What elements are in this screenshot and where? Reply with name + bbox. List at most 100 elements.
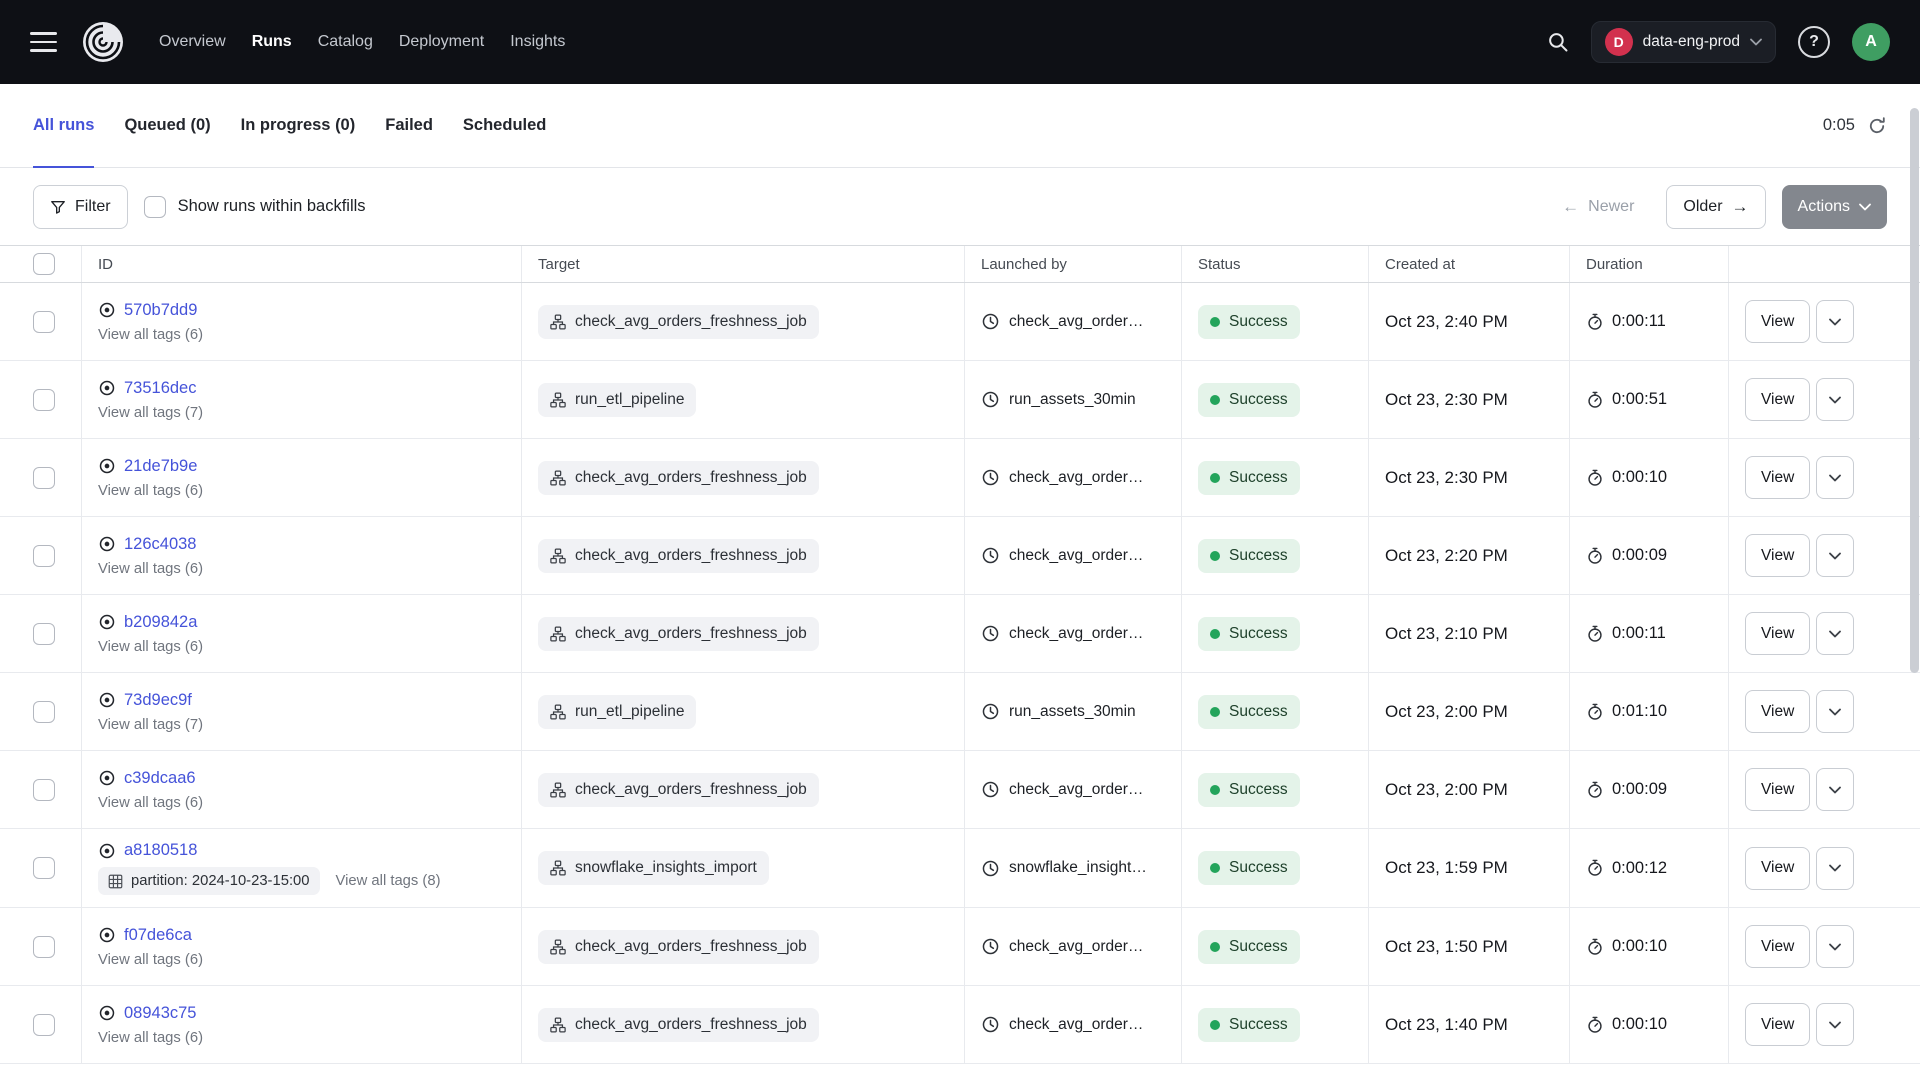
select-all-checkbox[interactable]: [33, 253, 55, 275]
view-all-tags-link[interactable]: View all tags (6): [98, 639, 203, 655]
run-id-link[interactable]: 73516dec: [124, 379, 197, 398]
row-checkbox[interactable]: [33, 545, 55, 567]
tab[interactable]: All runs: [33, 84, 94, 167]
clock-icon: [981, 780, 1000, 799]
view-all-tags-link[interactable]: View all tags (6): [98, 952, 203, 968]
view-dropdown-button[interactable]: [1816, 378, 1854, 421]
run-id-link[interactable]: c39dcaa6: [124, 769, 196, 788]
target-chip[interactable]: check_avg_orders_freshness_job: [538, 1008, 819, 1042]
backfills-checkbox[interactable]: [144, 196, 166, 218]
launched-by-tag[interactable]: check_avg_order…: [981, 546, 1143, 565]
filter-button[interactable]: Filter: [33, 185, 128, 229]
run-id-link[interactable]: 570b7dd9: [124, 301, 197, 320]
row-checkbox[interactable]: [33, 623, 55, 645]
target-chip[interactable]: check_avg_orders_freshness_job: [538, 461, 819, 495]
view-all-tags-link[interactable]: View all tags (6): [98, 483, 203, 499]
row-checkbox[interactable]: [33, 311, 55, 333]
view-button[interactable]: View: [1745, 1003, 1810, 1046]
target-chip[interactable]: check_avg_orders_freshness_job: [538, 539, 819, 573]
refresh-icon[interactable]: [1867, 116, 1887, 136]
target-chip[interactable]: check_avg_orders_freshness_job: [538, 617, 819, 651]
view-button[interactable]: View: [1745, 768, 1810, 811]
view-button[interactable]: View: [1745, 534, 1810, 577]
target-chip[interactable]: check_avg_orders_freshness_job: [538, 305, 819, 339]
view-all-tags-link[interactable]: View all tags (6): [98, 1030, 203, 1046]
run-id-link[interactable]: f07de6ca: [124, 926, 192, 945]
view-button[interactable]: View: [1745, 690, 1810, 733]
run-status-icon: [98, 926, 116, 944]
view-button[interactable]: View: [1745, 456, 1810, 499]
run-id-link[interactable]: 08943c75: [124, 1004, 197, 1023]
run-id-link[interactable]: b209842a: [124, 613, 197, 632]
view-button[interactable]: View: [1745, 925, 1810, 968]
user-avatar[interactable]: A: [1852, 23, 1890, 61]
status-badge: Success: [1198, 930, 1300, 964]
launched-by-tag[interactable]: check_avg_order…: [981, 1015, 1143, 1034]
launched-by-tag[interactable]: check_avg_order…: [981, 624, 1143, 643]
view-all-tags-link[interactable]: View all tags (6): [98, 327, 203, 343]
nav-item[interactable]: Runs: [252, 33, 292, 51]
view-dropdown-button[interactable]: [1816, 847, 1854, 890]
row-checkbox[interactable]: [33, 779, 55, 801]
row-checkbox[interactable]: [33, 389, 55, 411]
launched-by-tag[interactable]: check_avg_order…: [981, 937, 1143, 956]
tab[interactable]: In progress (0): [241, 84, 356, 167]
run-id-link[interactable]: 126c4038: [124, 535, 197, 554]
newer-button[interactable]: ← Newer: [1556, 198, 1640, 216]
view-dropdown-button[interactable]: [1816, 925, 1854, 968]
menu-icon[interactable]: [30, 32, 57, 52]
tab[interactable]: Failed: [385, 84, 433, 167]
run-id-link[interactable]: 21de7b9e: [124, 457, 197, 476]
view-dropdown-button[interactable]: [1816, 534, 1854, 577]
partition-tag[interactable]: partition: 2024-10-23-15:00: [98, 867, 320, 895]
target-chip[interactable]: check_avg_orders_freshness_job: [538, 773, 819, 807]
view-all-tags-link[interactable]: View all tags (8): [336, 873, 441, 889]
nav-item[interactable]: Overview: [159, 33, 226, 51]
view-dropdown-button[interactable]: [1816, 1003, 1854, 1046]
row-checkbox[interactable]: [33, 857, 55, 879]
older-button[interactable]: Older →: [1666, 185, 1765, 229]
run-status-icon: [98, 691, 116, 709]
row-checkbox[interactable]: [33, 1014, 55, 1036]
target-chip[interactable]: snowflake_insights_import: [538, 851, 769, 885]
target-chip[interactable]: check_avg_orders_freshness_job: [538, 930, 819, 964]
row-checkbox[interactable]: [33, 467, 55, 489]
nav-item[interactable]: Insights: [510, 33, 565, 51]
view-all-tags-link[interactable]: View all tags (6): [98, 561, 203, 577]
target-chip[interactable]: run_etl_pipeline: [538, 695, 696, 729]
nav-item[interactable]: Deployment: [399, 33, 484, 51]
actions-button[interactable]: Actions: [1782, 185, 1887, 229]
target-chip[interactable]: run_etl_pipeline: [538, 383, 696, 417]
view-dropdown-button[interactable]: [1816, 690, 1854, 733]
scrollbar-thumb[interactable]: [1910, 108, 1919, 673]
search-icon[interactable]: [1547, 31, 1569, 53]
launched-by-tag[interactable]: check_avg_order…: [981, 312, 1143, 331]
dagster-logo-icon[interactable]: [81, 20, 125, 64]
column-header-id: ID: [81, 246, 521, 282]
launched-by-tag[interactable]: run_assets_30min: [981, 390, 1136, 409]
view-all-tags-link[interactable]: View all tags (7): [98, 717, 203, 733]
launched-by-tag[interactable]: check_avg_order…: [981, 468, 1143, 487]
launched-by-tag[interactable]: snowflake_insight…: [981, 859, 1147, 878]
view-all-tags-link[interactable]: View all tags (7): [98, 405, 203, 421]
launched-by-tag[interactable]: check_avg_order…: [981, 780, 1143, 799]
deployment-switcher[interactable]: D data-eng-prod: [1591, 21, 1776, 63]
view-dropdown-button[interactable]: [1816, 768, 1854, 811]
row-checkbox[interactable]: [33, 936, 55, 958]
view-dropdown-button[interactable]: [1816, 612, 1854, 655]
help-icon[interactable]: ?: [1798, 26, 1830, 58]
view-button[interactable]: View: [1745, 300, 1810, 343]
nav-item[interactable]: Catalog: [318, 33, 373, 51]
launched-by-tag[interactable]: run_assets_30min: [981, 702, 1136, 721]
tab[interactable]: Queued (0): [124, 84, 210, 167]
row-checkbox[interactable]: [33, 701, 55, 723]
view-dropdown-button[interactable]: [1816, 456, 1854, 499]
view-button[interactable]: View: [1745, 847, 1810, 890]
view-dropdown-button[interactable]: [1816, 300, 1854, 343]
run-id-link[interactable]: a8180518: [124, 841, 197, 860]
view-all-tags-link[interactable]: View all tags (6): [98, 795, 203, 811]
view-button[interactable]: View: [1745, 612, 1810, 655]
view-button[interactable]: View: [1745, 378, 1810, 421]
tab[interactable]: Scheduled: [463, 84, 546, 167]
run-id-link[interactable]: 73d9ec9f: [124, 691, 192, 710]
